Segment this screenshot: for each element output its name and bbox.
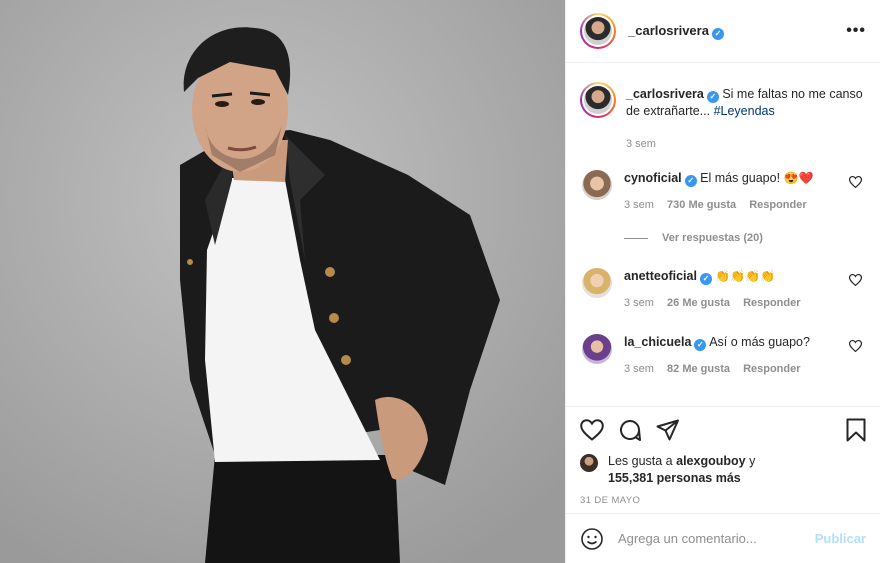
likes-text: Les gusta a alexgouboy y 155,381 persona… [608,454,756,485]
post-header: _carlosrivera ✓ ••• [566,0,880,63]
comment-username[interactable]: la_chicuela [624,335,691,349]
comment-item: la_chicuela ✓ Así o más guapo? 3 sem 82 M… [582,334,866,375]
publish-button[interactable]: Publicar [815,531,866,546]
comment-likes[interactable]: 82 Me gusta [667,363,730,375]
post-caption: _carlosrivera ✓ Si me faltas no me canso … [580,82,866,150]
comment-like-icon[interactable] [849,274,862,286]
like-icon[interactable] [580,419,604,441]
liker-username[interactable]: alexgouboy [676,454,745,468]
verified-icon: ✓ [684,175,697,187]
comment-time: 3 sem [624,199,654,211]
caption-avatar[interactable] [580,82,616,118]
commenter-avatar[interactable] [582,170,612,200]
caption-username[interactable]: _carlosrivera [626,87,704,101]
reply-button[interactable]: Responder [743,297,800,309]
reply-button[interactable]: Responder [743,363,800,375]
comment-item: anetteoficial ✓ 👏👏👏👏 3 sem 26 Me gusta Re… [582,268,866,309]
post-date: 31 DE MAYO [580,495,641,506]
caption-text: _carlosrivera ✓ Si me faltas no me canso … [626,82,866,120]
verified-icon: ✓ [711,27,724,40]
comment-text: cynoficial ✓ El más guapo! 😍❤️ [624,171,814,187]
comments-list: _carlosrivera ✓ Si me faltas no me canso … [566,64,880,406]
comment-like-icon[interactable] [849,340,862,352]
verified-icon: ✓ [699,273,712,285]
author-avatar[interactable] [580,13,616,49]
save-icon[interactable] [846,418,866,442]
comment-meta: 3 sem 26 Me gusta Responder [624,297,866,309]
comment-username[interactable]: anetteoficial [624,269,697,283]
comment-time: 3 sem [624,297,654,309]
more-icon[interactable]: ••• [846,22,866,40]
post-sidebar: _carlosrivera ✓ ••• _carlosrivera ✓ Si me … [565,0,880,563]
comment-meta: 3 sem 82 Me gusta Responder [624,363,866,375]
share-icon[interactable] [656,419,680,441]
post-photo[interactable] [0,0,565,563]
instagram-post: _carlosrivera ✓ ••• _carlosrivera ✓ Si me … [0,0,880,563]
commenter-avatar[interactable] [582,334,612,364]
view-replies-button[interactable]: Ver respuestas (20) [624,232,763,244]
post-actions: Les gusta a alexgouboy y 155,381 persona… [566,406,880,506]
caption-time: 3 sem [626,138,656,150]
comment-time: 3 sem [624,363,654,375]
comment-username[interactable]: cynoficial [624,171,682,185]
comment-icon[interactable] [618,418,642,442]
caption-hashtag[interactable]: #Leyendas [714,104,775,118]
comment-text: anetteoficial ✓ 👏👏👏👏 [624,269,776,285]
comment-likes[interactable]: 730 Me gusta [667,199,736,211]
emoji-icon[interactable] [580,527,604,551]
comment-item: cynoficial ✓ El más guapo! 😍❤️ 3 sem 730 … [582,170,866,211]
comment-likes[interactable]: 26 Me gusta [667,297,730,309]
liker-avatar[interactable] [580,454,598,472]
commenter-avatar[interactable] [582,268,612,298]
comment-like-icon[interactable] [849,176,862,188]
add-comment-bar: Agrega un comentario... Publicar [566,513,880,563]
reply-button[interactable]: Responder [749,199,806,211]
likes-summary: Les gusta a alexgouboy y 155,381 persona… [580,453,866,489]
comment-meta: 3 sem 730 Me gusta Responder [624,199,866,211]
man-in-black-blazer-photo [0,0,565,563]
likes-count[interactable]: 155,381 personas más [608,471,741,485]
comment-input[interactable]: Agrega un comentario... [618,531,757,546]
comment-text: la_chicuela ✓ Así o más guapo? [624,335,810,351]
action-bar [580,407,866,453]
verified-icon: ✓ [706,91,719,103]
verified-icon: ✓ [694,339,707,351]
author-username[interactable]: _carlosrivera ✓ [628,23,724,40]
